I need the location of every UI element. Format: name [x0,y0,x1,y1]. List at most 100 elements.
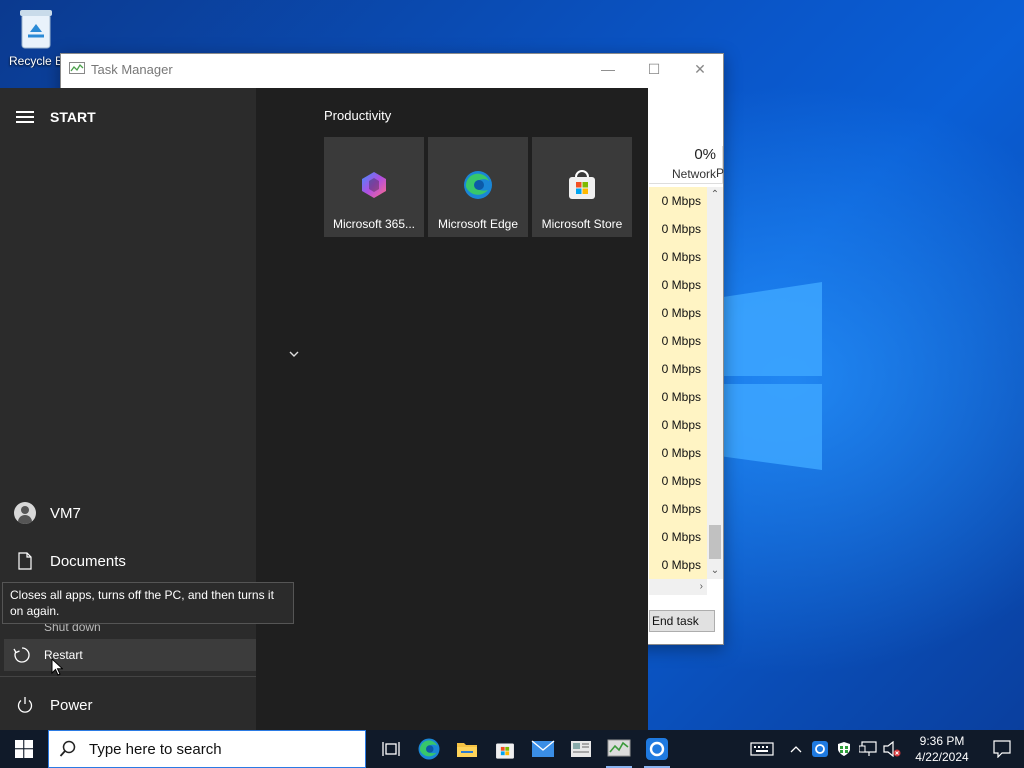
taskbar-file-explorer[interactable] [448,730,486,768]
task-manager-icon [607,739,631,757]
action-center-button[interactable] [980,730,1024,768]
power-item[interactable]: Power [14,694,93,716]
power-icon [17,697,33,713]
taskbar-blue-app[interactable] [638,730,676,768]
blue-app-tray-icon [812,741,828,757]
power-divider [0,676,256,677]
taskbar-edge[interactable] [410,730,448,768]
network-value-row[interactable]: 0 Mbps [649,467,707,495]
minimize-button[interactable]: — [585,54,631,84]
restart-label: Restart [44,648,83,662]
network-value-row[interactable]: 0 Mbps [649,411,707,439]
tray-security[interactable] [832,730,856,768]
blue-app-icon [646,738,668,760]
network-column-header[interactable]: 0% Network [649,146,723,184]
clock-date: 4/22/2024 [915,750,969,764]
close-button[interactable]: ✕ [677,54,723,84]
network-value-row[interactable]: 0 Mbps [649,383,707,411]
document-icon [18,552,32,570]
chevron-up-icon [790,746,802,753]
news-icon [571,741,591,757]
mouse-cursor-icon [51,658,63,676]
taskbar: Type here to search 9:36 PM 4/22/2024 [0,730,1024,768]
network-value-row[interactable]: 0 Mbps [649,495,707,523]
mail-icon [531,740,555,757]
chevron-down-icon[interactable] [288,350,300,358]
task-view-icon [382,742,400,756]
volume-muted-icon [883,741,901,757]
network-value-row[interactable]: 0 Mbps [649,551,707,579]
start-menu-left-rail: START VM7 Documents Shut down Restart Po… [0,88,256,730]
tile-label: Microsoft 365... [332,217,416,231]
taskbar-search-box[interactable]: Type here to search [48,730,366,768]
documents-item[interactable]: Documents [14,550,126,572]
network-value-row[interactable]: 0 Mbps [649,243,707,271]
user-avatar-icon [14,502,36,524]
tray-volume[interactable] [880,730,904,768]
taskbar-mail[interactable] [524,730,562,768]
scrollbar-thumb[interactable] [709,525,721,559]
user-account-item[interactable]: VM7 [14,502,81,524]
tile-microsoft-store[interactable]: Microsoft Store [532,137,632,237]
store-icon [496,743,514,759]
tile-microsoft-365[interactable]: Microsoft 365... [324,137,424,237]
taskbar-task-manager[interactable] [600,730,638,768]
network-label: Network [671,167,716,181]
tile-label: Microsoft Store [541,217,623,231]
show-hidden-icons-button[interactable] [784,730,808,768]
store-icon [569,170,595,199]
network-percent: 0% [694,146,716,163]
search-icon [59,740,76,757]
vertical-scrollbar[interactable]: ⌃ ⌄ [707,187,723,579]
tile-label: Microsoft Edge [437,217,519,231]
recycle-bin-icon [20,10,52,49]
network-value-row[interactable]: 0 Mbps [649,355,707,383]
maximize-button[interactable]: ☐ [631,54,677,84]
network-value-row[interactable]: 0 Mbps [649,523,707,551]
keyboard-button[interactable] [740,730,784,768]
network-icon [859,741,877,756]
productivity-section-title: Productivity [324,108,392,123]
restart-tooltip: Closes all apps, turns off the PC, and t… [2,582,294,624]
start-button[interactable] [0,730,48,768]
horizontal-scrollbar[interactable]: › [649,579,707,595]
system-tray: 9:36 PM 4/22/2024 [740,730,1024,768]
keyboard-icon [750,742,774,756]
recycle-bin-label: Recycle B [8,54,64,68]
clock-time: 9:36 PM [919,734,965,748]
shield-icon [838,742,850,756]
edge-icon [418,738,440,760]
taskbar-news[interactable] [562,730,600,768]
network-value-row[interactable]: 0 Mbps [649,327,707,355]
power-label: Power [50,696,93,714]
network-value-row[interactable]: 0 Mbps [649,271,707,299]
windows-logo-icon [15,740,33,758]
user-name: VM7 [50,504,81,522]
restart-icon [13,647,30,663]
hamburger-menu-icon[interactable] [16,108,34,126]
documents-label: Documents [50,552,126,570]
network-value-row[interactable]: 0 Mbps [649,299,707,327]
network-value-row[interactable]: 0 Mbps [649,215,707,243]
window-controls: — ☐ ✕ [585,54,723,84]
scroll-up-arrow-icon[interactable]: ⌃ [707,187,723,203]
recycle-bin-desktop-icon[interactable]: Recycle B [4,6,68,68]
end-task-button[interactable]: End task [649,610,715,632]
taskbar-store[interactable] [486,730,524,768]
taskbar-clock[interactable]: 9:36 PM 4/22/2024 [904,733,980,765]
next-column-header[interactable]: P [716,166,724,180]
network-value-row[interactable]: 0 Mbps [649,187,707,215]
tile-microsoft-edge[interactable]: Microsoft Edge [428,137,528,237]
start-menu: START VM7 Documents Shut down Restart Po… [0,88,648,730]
edge-icon [464,171,492,199]
tray-blue-app[interactable] [808,730,832,768]
task-view-button[interactable] [372,730,410,768]
network-value-row[interactable]: 0 Mbps [649,439,707,467]
tray-network[interactable] [856,730,880,768]
restart-item[interactable]: Restart [4,639,256,671]
notification-icon [993,740,1011,758]
microsoft-365-icon [362,172,386,198]
scroll-down-arrow-icon[interactable]: ⌄ [707,563,723,579]
search-placeholder: Type here to search [89,740,222,758]
start-menu-header[interactable]: START [16,108,96,126]
